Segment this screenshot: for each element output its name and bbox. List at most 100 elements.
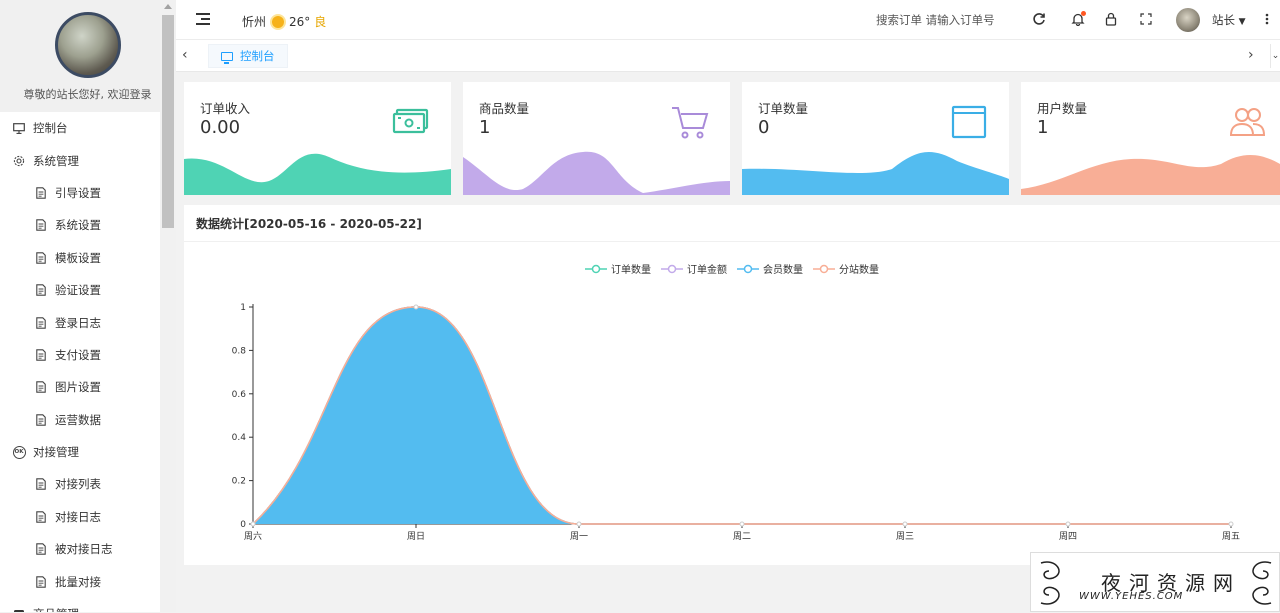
statistics-chart: 0 0.2 0.4 0.6 0.8 1 周六 周日 周一 周二 周三 周四 周五: [232, 303, 1240, 542]
document-icon: [34, 510, 48, 524]
sidebar-item-label: 验证设置: [55, 283, 101, 298]
x-tick-label: 周五: [1222, 531, 1240, 542]
sidebar-item[interactable]: 登录日志: [0, 306, 175, 338]
y-tick-label: 0: [240, 520, 246, 530]
series-area-top: [253, 307, 1231, 524]
tab-console[interactable]: 控制台: [208, 44, 288, 68]
sidebar-item-label: 对接列表: [55, 477, 101, 492]
x-tick-label: 周六: [244, 530, 262, 542]
sidebar-item[interactable]: 系统设置: [0, 209, 175, 241]
sidebar-item[interactable]: 对接列表: [0, 468, 175, 500]
data-point: [739, 521, 745, 527]
card-wave: [742, 151, 1009, 195]
scroll-up-arrow-icon[interactable]: [164, 4, 172, 9]
chevron-right-icon[interactable]: ›: [1248, 47, 1254, 63]
welcome-text: 尊敬的站长您好, 欢迎登录: [23, 88, 152, 101]
sidebar-item-label: 登录日志: [55, 315, 101, 330]
document-icon: [34, 575, 48, 589]
card-user-count: 用户数量 1: [1021, 82, 1280, 195]
document-icon: [34, 316, 48, 330]
cart-icon: [672, 107, 709, 139]
sidebar-item-label: 商品管理: [33, 606, 79, 612]
y-tick-label: 0.8: [232, 346, 247, 356]
sidebar-scrollbar[interactable]: [160, 0, 176, 612]
card-order-income: 订单收入 0.00: [184, 82, 451, 195]
sidebar-item-label: 图片设置: [55, 380, 101, 395]
sidebar-item[interactable]: 控制台: [0, 112, 175, 144]
data-point: [902, 521, 908, 527]
monitor-icon: [221, 51, 233, 64]
card-title: 用户数量: [1037, 101, 1088, 116]
card-wave: [1021, 154, 1280, 195]
sidebar-item-label: 引导设置: [55, 185, 101, 200]
document-icon: [34, 413, 48, 427]
weather-widget: 忻州 26° 良: [242, 13, 326, 30]
top-header: 忻州 26° 良 搜索订单 请输入订单号 站长 ▼: [176, 0, 1280, 40]
sidebar-item[interactable]: OK 对接管理: [0, 436, 175, 468]
sidebar-item-label: 支付设置: [55, 347, 101, 362]
x-tick-label: 周日: [407, 531, 425, 542]
card-value: 0: [758, 117, 770, 138]
sidebar-item[interactable]: 商品管理: [0, 598, 175, 612]
y-tick-label: 0.6: [232, 390, 247, 400]
user-avatar[interactable]: [1176, 8, 1200, 32]
user-menu[interactable]: 站长 ▼: [1212, 12, 1246, 28]
users-icon: [1229, 108, 1266, 136]
document-icon: [34, 477, 48, 491]
card-title: 订单收入: [200, 101, 251, 116]
sidebar-item[interactable]: 批量对接: [0, 565, 175, 597]
sidebar-item[interactable]: 验证设置: [0, 274, 175, 306]
x-tick-label: 周二: [733, 531, 751, 542]
profile-section: 尊敬的站长您好, 欢迎登录: [0, 0, 175, 112]
sidebar-item[interactable]: 支付设置: [0, 339, 175, 371]
sun-icon: [272, 15, 285, 28]
refresh-icon[interactable]: [1030, 10, 1048, 28]
more-vertical-icon[interactable]: [1258, 10, 1276, 28]
document-icon: [34, 186, 48, 200]
bell-icon[interactable]: [1069, 10, 1087, 28]
document-icon: [34, 348, 48, 362]
money-icon: [392, 108, 429, 134]
data-point: [413, 304, 419, 310]
sidebar-item-label: 系统管理: [33, 153, 79, 168]
x-tick-label: 周四: [1059, 531, 1077, 542]
data-point: [1065, 521, 1071, 527]
tab-label: 控制台: [240, 49, 275, 63]
sidebar-item-label: 被对接日志: [55, 542, 113, 557]
y-tick-label: 1: [240, 303, 246, 313]
x-tick-label: 周三: [896, 531, 914, 542]
sidebar-item[interactable]: 图片设置: [0, 371, 175, 403]
box-icon: [12, 607, 26, 612]
menu-toggle-icon[interactable]: [196, 13, 210, 25]
sidebar-item[interactable]: 运营数据: [0, 404, 175, 436]
avatar[interactable]: [54, 12, 121, 78]
chevron-left-icon[interactable]: ‹: [182, 47, 188, 63]
sidebar-item[interactable]: 被对接日志: [0, 533, 175, 565]
fullscreen-icon[interactable]: [1137, 10, 1155, 28]
scrollbar-thumb[interactable]: [162, 15, 174, 228]
card-value: 1: [479, 117, 491, 138]
monitor-icon: [12, 121, 26, 135]
tab-bar: ‹ 控制台 › ⌄: [176, 40, 1280, 72]
sidebar-item-label: 对接管理: [33, 445, 79, 460]
gear-icon: [12, 154, 26, 168]
sidebar: 尊敬的站长您好, 欢迎登录 控制台系统管理引导设置系统设置 模板设置验证设置登录日…: [0, 0, 176, 612]
card-value: 0.00: [200, 117, 241, 138]
sidebar-item[interactable]: 对接日志: [0, 501, 175, 533]
sidebar-item[interactable]: 引导设置: [0, 177, 175, 209]
document-icon: [34, 251, 48, 265]
notification-dot: [1081, 11, 1086, 16]
card-product-count: 商品数量 1: [463, 82, 730, 195]
chevron-down-icon[interactable]: ⌄: [1270, 44, 1280, 68]
order-search[interactable]: 搜索订单 请输入订单号: [876, 12, 995, 28]
sidebar-item[interactable]: 模板设置: [0, 242, 175, 274]
caret-down-icon: ▼: [1238, 17, 1246, 27]
data-point: [576, 521, 582, 527]
sidebar-item-label: 控制台: [33, 121, 68, 136]
lock-icon[interactable]: [1102, 10, 1120, 28]
document-icon: [34, 218, 48, 232]
card-title: 订单数量: [758, 101, 809, 116]
sidebar-item[interactable]: 系统管理: [0, 144, 175, 176]
card-title: 商品数量: [479, 101, 530, 116]
document-icon: [34, 542, 48, 556]
